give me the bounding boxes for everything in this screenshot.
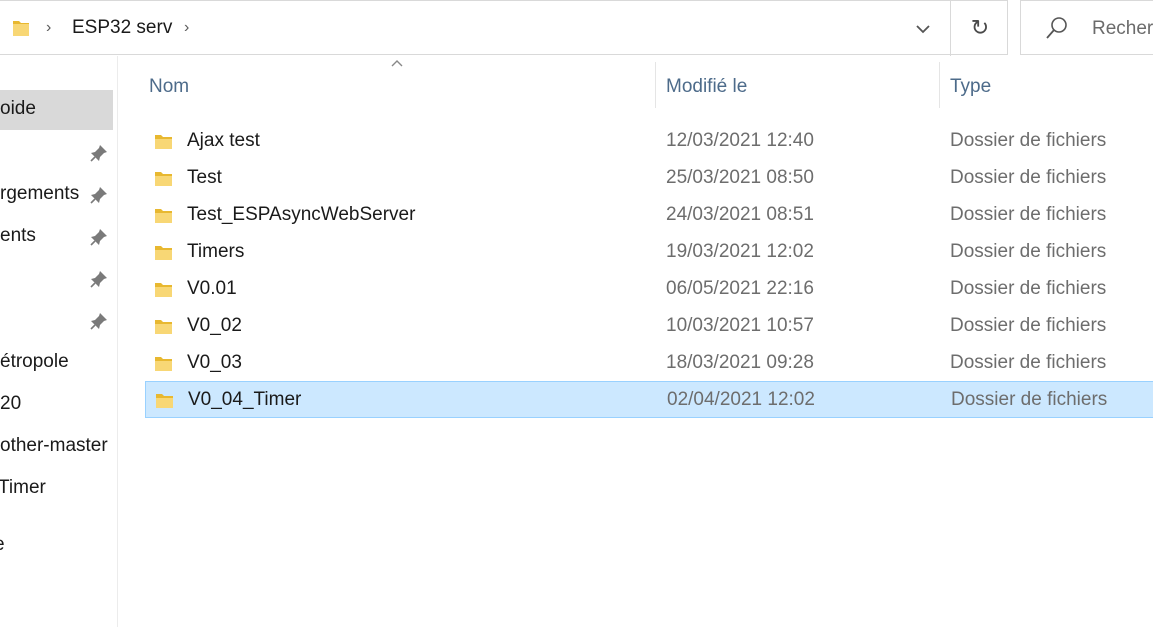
folder-icon [154,169,174,194]
file-modified: 02/04/2021 12:02 [667,389,815,410]
refresh-icon[interactable]: ↻ [962,11,998,45]
file-type: Dossier de fichiers [950,204,1107,225]
file-name: Timers [187,241,245,262]
nav-item[interactable]: 20 [0,385,113,425]
chevron-right-icon[interactable]: › [184,20,189,36]
nav-item[interactable]: ents [0,217,113,257]
nav-item[interactable]: oide [0,90,113,130]
folder-icon [155,391,175,416]
search-icon [1045,15,1069,46]
column-header-modified-label: Modifié le [666,76,748,97]
column-header-type-label: Type [950,76,992,97]
nav-item[interactable]: étropole [0,343,113,383]
column-header-type[interactable]: Type [940,66,1153,110]
breadcrumb[interactable]: ESP32 serv [72,17,172,39]
nav-item-label: oide [0,98,36,119]
pin-icon [90,312,108,330]
file-row-selected[interactable]: V0_04_Timer 02/04/2021 12:02 Dossier de … [145,381,1153,418]
file-modified: 12/03/2021 12:40 [666,130,814,151]
file-type: Dossier de fichiers [950,278,1107,299]
file-name: V0_04_Timer [188,389,302,410]
file-row[interactable]: Timers 19/03/2021 12:02 Dossier de fichi… [145,234,1153,271]
pin-icon [90,186,108,204]
nav-item[interactable] [0,133,113,173]
file-row[interactable]: Ajax test 12/03/2021 12:40 Dossier de fi… [145,123,1153,160]
file-type: Dossier de fichiers [950,130,1107,151]
nav-item-label: rgements [0,183,80,204]
file-type: Dossier de fichiers [950,241,1107,262]
file-modified: 25/03/2021 08:50 [666,167,814,188]
folder-icon [154,354,174,379]
nav-item-label: ents [0,225,36,246]
folder-icon [154,132,174,157]
file-modified: 10/03/2021 10:57 [666,315,814,336]
file-modified: 19/03/2021 12:02 [666,241,814,262]
pin-icon [90,270,108,288]
divider [950,1,951,56]
file-name: Test_ESPAsyncWebServer [187,204,416,225]
nav-item-label: 20 [0,393,22,414]
folder-icon [154,280,174,305]
nav-item-label: étropole [0,351,69,372]
nav-item-label: e [0,534,5,556]
file-row[interactable]: V0_02 10/03/2021 10:57 Dossier de fichie… [145,308,1153,345]
file-modified: 18/03/2021 09:28 [666,352,814,373]
nav-item[interactable]: rgements [0,175,113,215]
pin-icon [90,228,108,246]
file-row[interactable]: V0.01 06/05/2021 22:16 Dossier de fichie… [145,271,1153,308]
pin-icon [90,144,108,162]
address-bar[interactable]: › ESP32 serv › ↻ [0,0,1008,56]
folder-icon [154,243,174,268]
file-row[interactable]: Test 25/03/2021 08:50 Dossier de fichier… [145,160,1153,197]
chevron-down-icon[interactable] [908,17,938,41]
folder-icon [154,317,174,342]
folder-icon [12,18,30,43]
nav-item[interactable]: other-master [0,427,113,467]
file-name: V0_03 [187,352,242,373]
file-name: V0_02 [187,315,242,336]
nav-item[interactable]: e [0,526,113,566]
column-header-modified[interactable]: Modifié le [656,66,939,110]
file-modified: 06/05/2021 22:16 [666,278,814,299]
column-header-name[interactable]: Nom [138,66,654,110]
navigation-pane: oide rgements ents étropole 20 other-mas… [0,56,118,627]
nav-item[interactable] [0,301,113,341]
file-row[interactable]: V0_03 18/03/2021 09:28 Dossier de fichie… [145,345,1153,382]
toolbar: › ESP32 serv › ↻ Rechercher [0,0,1153,56]
nav-item[interactable] [0,259,113,299]
nav-item[interactable]: Timer [0,469,113,509]
file-name: V0.01 [187,278,237,299]
nav-item-label: Timer [0,477,46,498]
chevron-right-icon[interactable]: › [46,20,51,36]
file-list: Nom Modifié le Type Ajax test 12/03/2021… [118,56,1153,627]
file-type: Dossier de fichiers [950,352,1107,373]
file-row[interactable]: Test_ESPAsyncWebServer 24/03/2021 08:51 … [145,197,1153,234]
file-type: Dossier de fichiers [950,315,1107,336]
search-box[interactable]: Rechercher [1020,0,1153,55]
file-name: Ajax test [187,130,260,151]
file-type: Dossier de fichiers [951,389,1108,410]
search-placeholder: Rechercher [1092,18,1153,39]
column-header-name-label: Nom [149,76,190,97]
nav-item-label: other-master [0,435,108,456]
file-type: Dossier de fichiers [950,167,1107,188]
file-name: Test [187,167,222,188]
file-modified: 24/03/2021 08:51 [666,204,814,225]
folder-icon [154,206,174,231]
